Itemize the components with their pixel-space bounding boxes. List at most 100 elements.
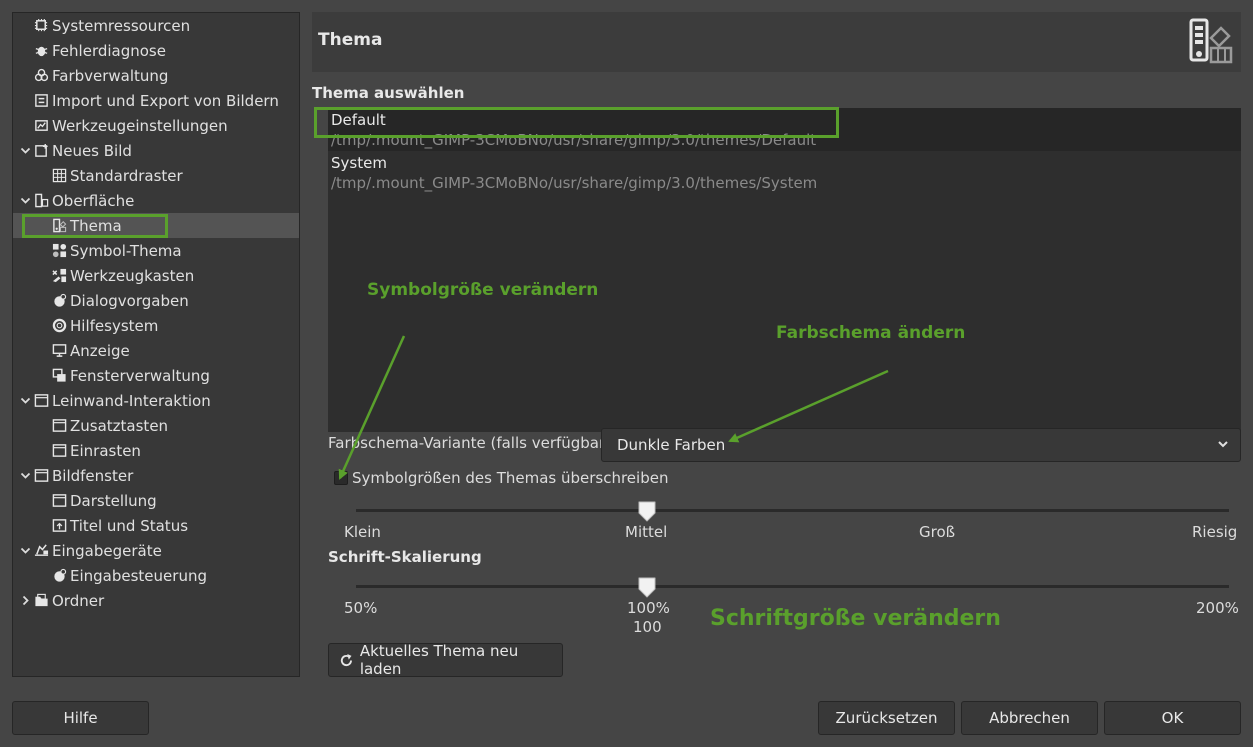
sidebar-item-label: Farbverwaltung — [52, 66, 169, 85]
chevron-down-icon[interactable] — [18, 144, 32, 158]
title-status-icon — [52, 518, 67, 533]
sidebar-item-label: Werkzeugkasten — [70, 266, 195, 285]
window-management-icon — [52, 368, 67, 383]
icon-size-tick-huge: Riesig — [1192, 523, 1238, 541]
chevron-down-icon[interactable] — [18, 194, 32, 208]
ok-button[interactable]: OK — [1104, 701, 1241, 735]
theme-row-system[interactable]: System /tmp/.mount_GIMP-3CMoBNo/usr/shar… — [328, 151, 1241, 194]
sidebar-item-bug[interactable]: Fehlerdiagnose — [13, 38, 299, 63]
icon-size-tick-small: Klein — [344, 523, 381, 541]
theme-path: /tmp/.mount_GIMP-3CMoBNo/usr/share/gimp/… — [331, 131, 817, 149]
toolbox-icon — [52, 268, 67, 283]
font-scale-slider-handle[interactable] — [637, 576, 657, 598]
sidebar-item-chip[interactable]: Systemressourcen — [13, 13, 299, 38]
sidebar-item-color-circles[interactable]: Farbverwaltung — [13, 63, 299, 88]
color-scheme-value: Dunkle Farben — [617, 436, 726, 454]
cancel-button[interactable]: Abbrechen — [961, 701, 1098, 735]
sidebar-item-interface[interactable]: Oberfläche — [13, 188, 299, 213]
modifiers-icon — [52, 418, 67, 433]
icon-size-tick-large: Groß — [919, 523, 956, 541]
sidebar-item-label: Systemressourcen — [52, 16, 191, 35]
sidebar-item-label: Leinwand-Interaktion — [52, 391, 211, 410]
sidebar-item-snapping[interactable]: Einrasten — [13, 438, 299, 463]
sidebar-item-label: Titel und Status — [70, 516, 189, 535]
sidebar-item-label: Dialogvorgaben — [70, 291, 189, 310]
sidebar-item-dialog-defaults[interactable]: Dialogvorgaben — [13, 288, 299, 313]
sidebar-item-appearance[interactable]: Darstellung — [13, 488, 299, 513]
help-button[interactable]: Hilfe — [12, 701, 149, 735]
sidebar-item-toolbox[interactable]: Werkzeugkasten — [13, 263, 299, 288]
sidebar-item-import-export[interactable]: Import und Export von Bildern — [13, 88, 299, 113]
font-scale-max-label: 200% — [1196, 599, 1239, 617]
new-image-icon — [34, 143, 49, 158]
sidebar-item-grid[interactable]: Standardraster — [13, 163, 299, 188]
sidebar-item-help-system[interactable]: Hilfesystem — [13, 313, 299, 338]
sidebar-item-tool-options[interactable]: Werkzeugeinstellungen — [13, 113, 299, 138]
font-scale-mid-label: 100% — [627, 599, 670, 617]
sidebar-item-new-image[interactable]: Neues Bild — [13, 138, 299, 163]
override-icon-size-label: Symbolgrößen des Themas überschreiben — [352, 469, 669, 487]
theme-icon — [1189, 18, 1233, 64]
sidebar-item-canvas-interaction[interactable]: Leinwand-Interaktion — [13, 388, 299, 413]
sidebar-item-folders[interactable]: Ordner — [13, 588, 299, 613]
icon-size-slider-handle[interactable] — [637, 500, 657, 522]
preferences-tree[interactable]: Systemressourcen Fehlerdiagnose Farbverwal… — [12, 12, 300, 677]
snapping-icon — [52, 443, 67, 458]
chevron-down-icon[interactable] — [18, 544, 32, 558]
sidebar-item-label: Thema — [70, 216, 122, 235]
sidebar-item-modifiers[interactable]: Zusatztasten — [13, 413, 299, 438]
appearance-icon — [52, 493, 67, 508]
sidebar-item-input-controllers[interactable]: Eingabesteuerung — [13, 563, 299, 588]
image-window-icon — [34, 468, 49, 483]
chevron-down-icon[interactable] — [18, 469, 32, 483]
dialog-defaults-icon — [52, 293, 67, 308]
color-scheme-label: Farbschema-Variante (falls verfügbar) — [328, 434, 612, 452]
reload-theme-button[interactable]: Aktuelles Thema neu laden — [328, 642, 563, 678]
color-scheme-select[interactable]: Dunkle Farben — [601, 428, 1241, 462]
override-icon-size-checkbox[interactable] — [334, 471, 348, 485]
sidebar-item-input-devices[interactable]: Eingabegeräte — [13, 538, 299, 563]
folders-icon — [34, 593, 49, 608]
sidebar-item-label: Ordner — [52, 591, 105, 610]
icon-size-slider[interactable] — [356, 509, 1229, 512]
grid-icon — [52, 168, 67, 183]
page-header: Thema — [312, 12, 1241, 72]
sidebar-item-window-management[interactable]: Fensterverwaltung — [13, 363, 299, 388]
interface-icon — [34, 193, 49, 208]
theme-row-default[interactable]: Default /tmp/.mount_GIMP-3CMoBNo/usr/sha… — [328, 108, 1241, 151]
sidebar-item-label: Standardraster — [70, 166, 183, 185]
font-scale-slider[interactable] — [356, 585, 1229, 588]
sidebar-item-label: Zusatztasten — [70, 416, 169, 435]
chevron-down-icon[interactable] — [18, 394, 32, 408]
theme-list[interactable]: Default /tmp/.mount_GIMP-3CMoBNo/usr/sha… — [328, 108, 1241, 432]
sidebar-item-label: Eingabesteuerung — [70, 566, 207, 585]
import-export-icon — [34, 93, 49, 108]
font-scale-min-label: 50% — [344, 599, 378, 617]
sidebar-item-image-window[interactable]: Bildfenster — [13, 463, 299, 488]
sidebar-item-title-status[interactable]: Titel und Status — [13, 513, 299, 538]
theme-page: Thema Thema auswählen Default /tmp/.moun… — [312, 12, 1241, 678]
sidebar-item-label: Fensterverwaltung — [70, 366, 210, 385]
sidebar-item-label: Hilfesystem — [70, 316, 159, 335]
sidebar-item-label: Darstellung — [70, 491, 157, 510]
reset-button[interactable]: Zurücksetzen — [818, 701, 955, 735]
sidebar-item-label: Einrasten — [70, 441, 141, 460]
theme-name: Default — [331, 111, 386, 129]
sidebar-item-display[interactable]: Anzeige — [13, 338, 299, 363]
sidebar-item-theme[interactable]: Thema — [13, 213, 299, 238]
annotation-color-scheme: Farbschema ändern — [776, 323, 966, 343]
sidebar-item-label: Import und Export von Bildern — [52, 91, 279, 110]
chevron-right-icon[interactable] — [18, 594, 32, 608]
sidebar-item-icon-theme[interactable]: Symbol-Thema — [13, 238, 299, 263]
